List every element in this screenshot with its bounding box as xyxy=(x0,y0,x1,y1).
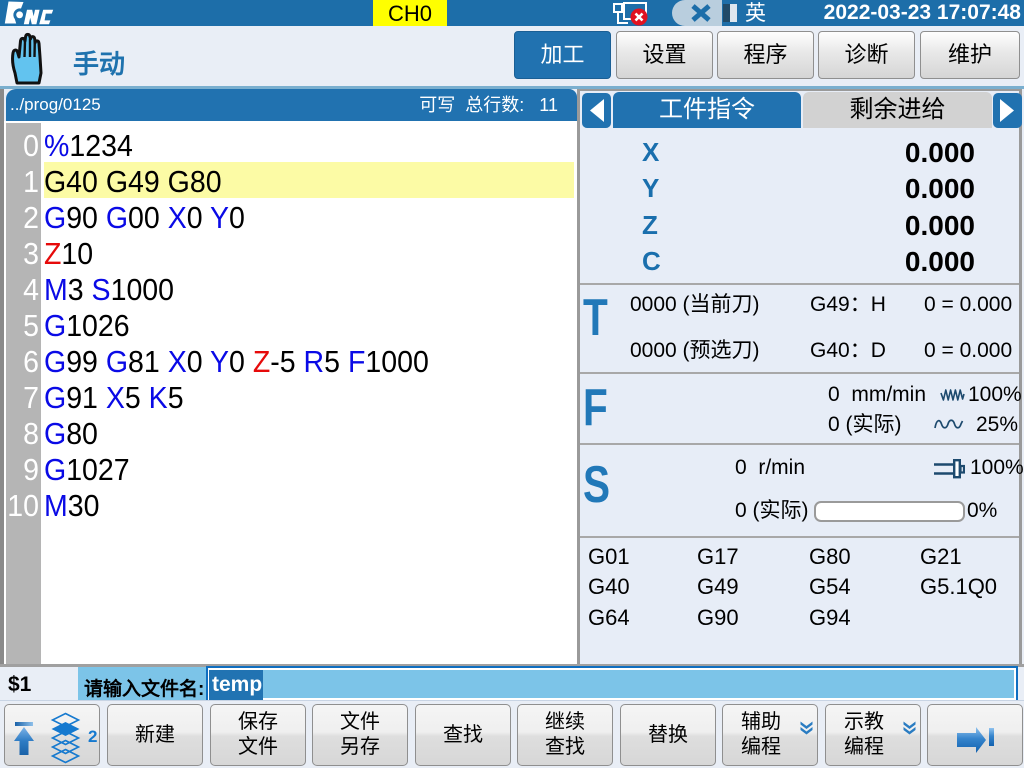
svg-text:2: 2 xyxy=(88,727,97,746)
